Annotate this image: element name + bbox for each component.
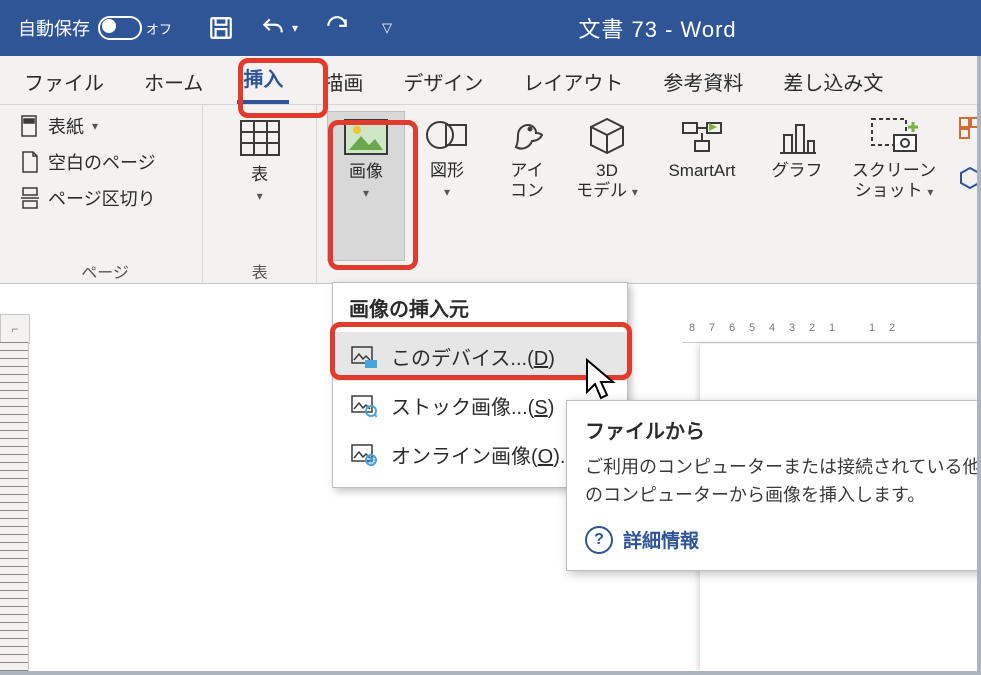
undo-button[interactable]: ▾ [260,15,298,41]
autosave-state: オフ [146,19,172,38]
blank-page-button[interactable]: 空白のページ [18,147,158,177]
group-pages: 表紙 ▾ 空白のページ ページ区切り ページ [8,105,203,289]
window-right-edge [977,56,981,671]
ruler-corner: ⌐ [0,314,30,344]
chart-button[interactable]: グラフ [759,111,835,261]
window-bottom-edge [0,671,981,675]
tab-home[interactable]: ホーム [138,57,209,104]
tab-mailings[interactable]: 差し込み文 [777,57,889,104]
picture-icon [343,116,389,158]
save-icon[interactable] [208,15,234,41]
title-bar: 自動保存 オフ ▾ ▽ 文書 73 - Word [0,0,981,56]
3d-models-button[interactable]: 3Dモデル ▾ [569,111,645,261]
cover-page-icon [20,115,40,137]
ribbon-tabs: ファイル ホーム 挿入 描画 デザイン レイアウト 参考資料 差し込み文 [0,56,981,105]
tab-draw[interactable]: 描画 [317,57,369,104]
from-this-device-item[interactable]: このデバイス...(D) [333,332,627,381]
group-illustrations: 画像▾ 図形▾ アイコン 3Dモデル ▾ SmartArt グラフ [317,105,981,289]
pictures-button[interactable]: 画像▾ [327,111,405,261]
screenshot-icon [868,115,920,157]
chevron-down-icon: ▾ [292,21,298,35]
tab-insert[interactable]: 挿入 [237,53,289,104]
tab-file[interactable]: ファイル [18,57,110,104]
tab-design[interactable]: デザイン [397,57,489,104]
tooltip-title: ファイルから [585,415,981,444]
page-break-button[interactable]: ページ区切り [18,183,158,213]
tab-references[interactable]: 参考資料 [657,57,749,104]
chevron-down-icon: ▾ [927,185,933,199]
cover-page-button[interactable]: 表紙 ▾ [18,111,158,141]
autosave-label: 自動保存 [18,15,90,41]
chevron-down-icon: ▾ [92,119,98,133]
table-icon [237,115,283,161]
shapes-icon [424,115,470,157]
horizontal-ruler[interactable]: 8765432112 [682,314,981,343]
ribbon: 表紙 ▾ 空白のページ ページ区切り ページ 表▾ [0,105,981,284]
tooltip-body: ご利用のコンピューターまたは接続されている他のコンピューターから画像を挿入します… [585,454,981,510]
table-button[interactable]: 表▾ [222,111,298,255]
screenshot-button[interactable]: スクリーンショット ▾ [839,111,949,261]
autosave-toggle[interactable]: 自動保存 オフ [18,15,172,41]
redo-icon[interactable] [324,15,350,41]
chevron-down-icon: ▾ [632,185,638,199]
page-break-icon [20,187,40,209]
tab-layout[interactable]: レイアウト [517,57,629,104]
cube-icon [584,115,630,157]
vertical-ruler[interactable] [0,342,29,671]
smartart-button[interactable]: SmartArt [649,111,755,261]
dropdown-title: 画像の挿入元 [333,283,627,332]
shapes-button[interactable]: 図形▾ [409,111,485,261]
chevron-down-icon: ▾ [444,185,450,199]
duck-icon [504,115,550,157]
quick-access-toolbar: ▾ ▽ [208,15,392,41]
qat-more-icon[interactable]: ▽ [382,20,392,36]
document-title: 文書 73 - Word [392,12,923,44]
device-picture-icon [351,346,377,368]
toggle-switch-icon [98,16,142,40]
smartart-icon [679,115,725,157]
chart-icon [774,115,820,157]
stock-picture-icon [351,395,377,417]
group-tables: 表▾ 表 [203,105,317,289]
chevron-down-icon: ▾ [363,186,369,200]
chevron-down-icon: ▾ [257,189,263,203]
tell-me-more-link[interactable]: ? 詳細情報 [585,526,981,554]
tooltip: ファイルから ご利用のコンピューターまたは接続されている他のコンピューターから画… [566,400,981,571]
icons-button[interactable]: アイコン [489,111,565,261]
help-icon: ? [585,526,613,554]
online-picture-icon [351,444,377,466]
blank-page-icon [20,151,40,173]
